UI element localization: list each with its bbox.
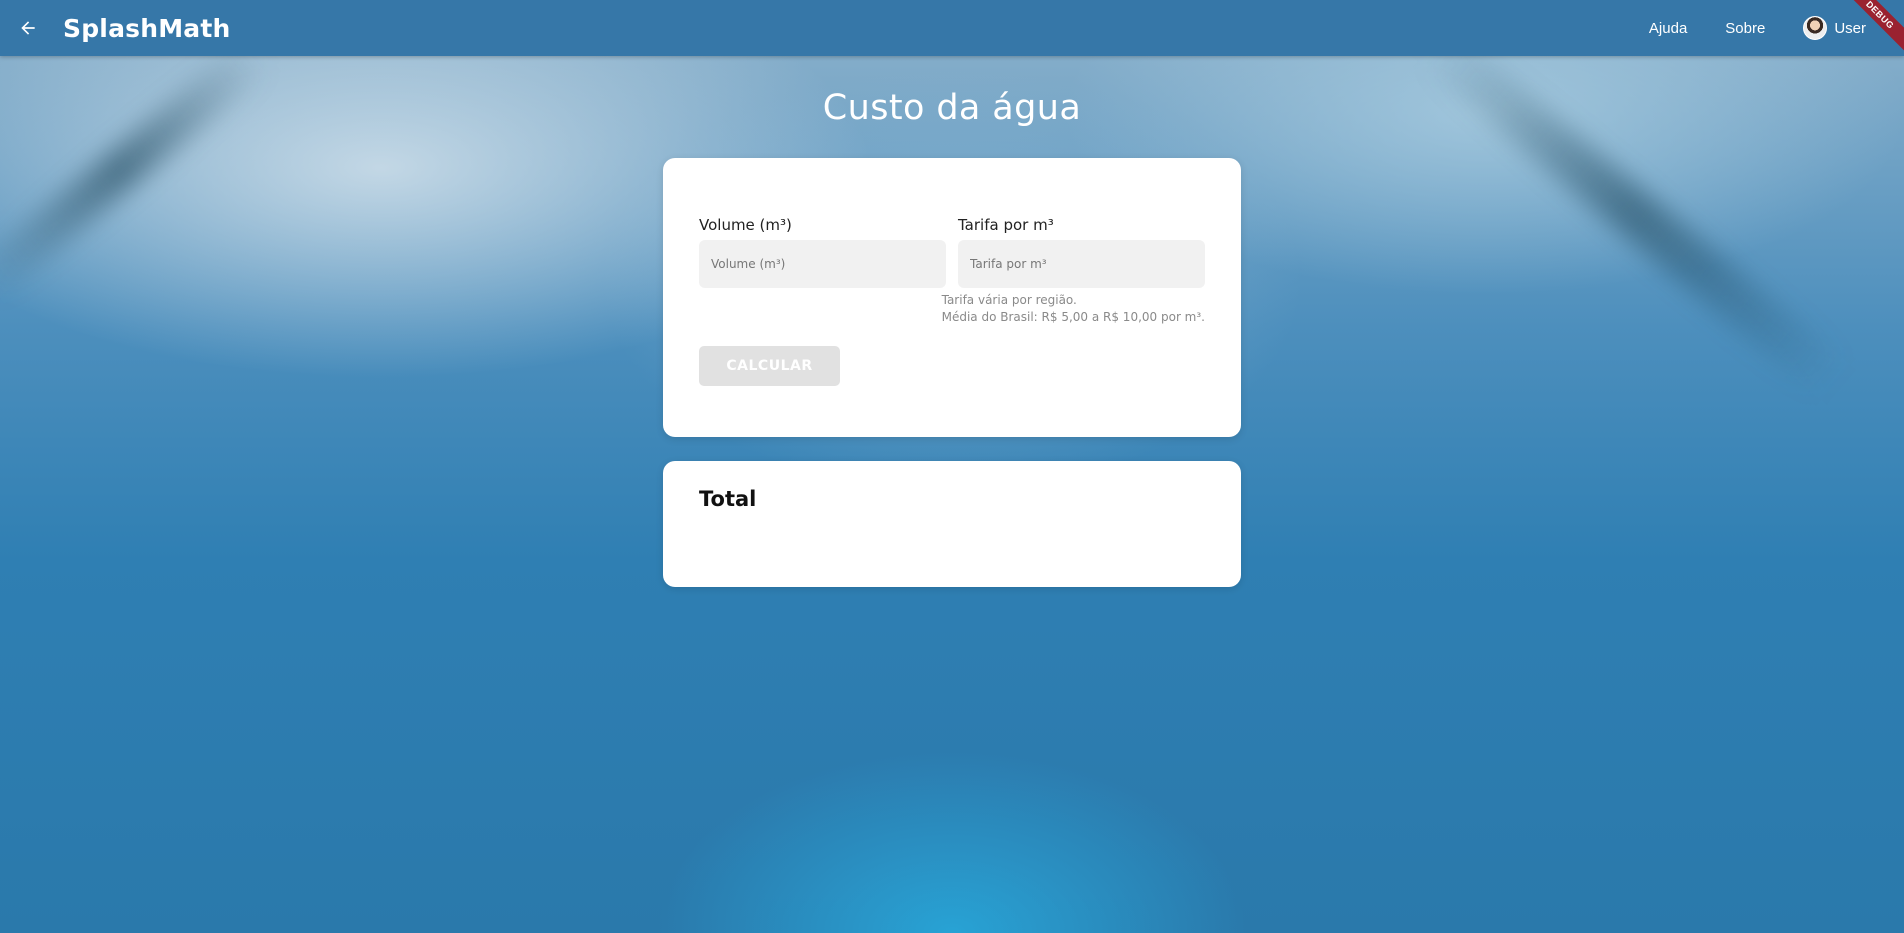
helper-line-2: Média do Brasil: R$ 5,00 a R$ 10,00 por … — [941, 310, 1205, 324]
avatar — [1803, 16, 1828, 40]
page-title: Custo da água — [822, 88, 1082, 128]
volume-input[interactable] — [699, 240, 946, 288]
volume-field: Volume (m³) — [699, 216, 946, 288]
calculate-button[interactable]: CALCULAR — [699, 346, 840, 386]
total-card: Total — [663, 461, 1241, 587]
app-bar: SplashMath Ajuda Sobre User DEBUG — [0, 0, 1904, 57]
volume-label: Volume (m³) — [699, 216, 792, 234]
nav-link-ajuda[interactable]: Ajuda — [1649, 20, 1687, 37]
tarifa-label: Tarifa por m³ — [958, 216, 1054, 234]
arrow-left-icon — [21, 21, 35, 35]
helper-line-1: Tarifa vária por região. — [941, 293, 1077, 307]
user-name: User — [1834, 19, 1866, 37]
user-menu[interactable]: User — [1803, 16, 1866, 40]
app-brand: SplashMath — [63, 13, 231, 43]
back-button[interactable] — [0, 0, 56, 56]
total-title: Total — [699, 487, 757, 511]
tarifa-input[interactable] — [958, 240, 1205, 288]
tarifa-helper-text: Tarifa vária por região. Média do Brasil… — [942, 292, 1205, 326]
tarifa-field: Tarifa por m³ — [958, 216, 1205, 288]
nav-link-sobre[interactable]: Sobre — [1725, 20, 1765, 37]
calculator-card: Volume (m³) Tarifa por m³ Tarifa vária p… — [663, 158, 1241, 437]
